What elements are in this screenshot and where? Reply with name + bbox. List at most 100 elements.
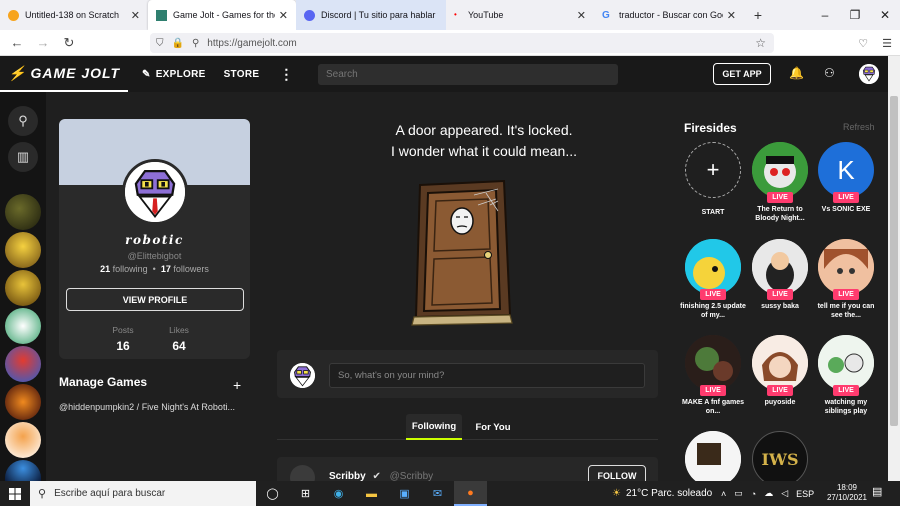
edge-browser-icon[interactable]: ◉ — [322, 481, 355, 506]
start-fireside[interactable]: + START — [680, 142, 746, 217]
close-tab-icon[interactable]: ✕ — [279, 9, 288, 22]
user-avatar[interactable] — [859, 64, 879, 84]
profile-avatar[interactable] — [122, 159, 188, 225]
mail-icon[interactable]: ✉ — [421, 481, 454, 506]
refresh-link[interactable]: Refresh — [843, 122, 875, 132]
fireside-avatar[interactable] — [752, 335, 808, 391]
fireside-item[interactable]: LIVE MAKE A fnf games on... — [680, 335, 746, 416]
lock-icon[interactable]: 🔒 — [172, 38, 184, 49]
managed-game-link[interactable]: @hiddenpumpkin2 / Five Night's At Roboti… — [59, 402, 249, 412]
library-rail-icon[interactable]: ▥ — [8, 142, 38, 172]
maximize-button[interactable]: ❐ — [840, 0, 870, 30]
tab-for-you[interactable]: For You — [469, 414, 517, 440]
reload-icon[interactable]: ↻ — [56, 35, 82, 51]
url-field[interactable]: ⛉ 🔒 ⚲ https://gamejolt.com ☆ — [150, 33, 774, 53]
permissions-icon[interactable]: ⚲ — [192, 38, 199, 49]
feed-user-avatar[interactable] — [290, 465, 315, 481]
cloud-icon[interactable]: ☁ — [764, 488, 773, 499]
scrollbar-thumb[interactable] — [890, 96, 898, 426]
close-tab-icon[interactable]: ✕ — [727, 9, 736, 22]
taskbar-clock[interactable]: 18:09 27/10/2021 — [824, 483, 870, 503]
view-profile-button[interactable]: VIEW PROFILE — [66, 288, 244, 311]
rail-game-5[interactable] — [5, 346, 41, 382]
pocket-icon[interactable]: ♡ — [858, 37, 868, 50]
taskbar-app-icon[interactable]: ⊞ — [289, 481, 322, 506]
bookmark-star-icon[interactable]: ☆ — [755, 36, 766, 50]
close-tab-icon[interactable]: ✕ — [131, 9, 140, 22]
taskbar-search-input[interactable]: ⚲ Escribe aquí para buscar — [30, 481, 256, 506]
fireside-avatar[interactable]: IWS — [752, 431, 808, 481]
rail-game-8[interactable] — [5, 460, 41, 481]
fireside-avatar[interactable]: K — [818, 142, 874, 198]
post-input[interactable]: So, what's on your mind? — [329, 363, 645, 388]
fireside-avatar[interactable] — [818, 335, 874, 391]
weather-widget[interactable]: ☀ 21°C Parc. soleado — [612, 481, 712, 506]
browser-tab-google[interactable]: G traductor - Buscar con Google ✕ — [594, 0, 744, 30]
fireside-item[interactable]: LIVE puyoside — [747, 335, 813, 407]
feed-user-name[interactable]: Scribby ✔ @Scribby — [329, 471, 433, 481]
gamejolt-logo[interactable]: ⚡ GAME JOLT — [0, 56, 128, 92]
network-icon[interactable]: ▭ — [734, 488, 743, 499]
file-explorer-icon[interactable]: ▬ — [355, 481, 388, 506]
language-indicator[interactable]: ESP — [796, 489, 814, 499]
search-input[interactable] — [318, 64, 618, 85]
composer-avatar[interactable] — [290, 363, 315, 388]
new-tab-button[interactable]: + — [744, 0, 772, 30]
rail-game-6[interactable] — [5, 384, 41, 420]
forward-arrow-icon[interactable]: → — [30, 35, 56, 50]
fireside-item[interactable]: LIVE The Return to Bloody Night... — [747, 142, 813, 223]
fireside-avatar[interactable] — [752, 239, 808, 295]
minimize-button[interactable]: – — [810, 0, 840, 30]
fireside-avatar[interactable] — [685, 239, 741, 295]
following-count[interactable]: 21 — [100, 264, 110, 274]
tray-chevron-icon[interactable]: ˄ — [721, 489, 726, 499]
shield-icon[interactable]: ⛉ — [156, 38, 164, 49]
fireside-item[interactable]: IWS — [747, 431, 813, 481]
followers-count[interactable]: 17 — [161, 264, 171, 274]
fireside-item[interactable]: LIVE tell me if you can see the... — [813, 239, 879, 320]
volume-icon[interactable]: ◁ — [781, 488, 788, 499]
page-scrollbar[interactable] — [888, 56, 900, 481]
windows-start-icon[interactable] — [0, 481, 30, 506]
fireside-avatar[interactable] — [685, 335, 741, 391]
tab-following[interactable]: Following — [406, 414, 462, 440]
locked-door-illustration[interactable] — [406, 177, 516, 327]
rail-game-2[interactable] — [5, 232, 41, 268]
store-icon[interactable]: ▣ — [388, 481, 421, 506]
fireside-item[interactable]: LIVE sussy baka — [747, 239, 813, 311]
feed-username[interactable]: Scribby — [329, 471, 366, 481]
add-game-button[interactable]: + — [233, 377, 241, 393]
following-label[interactable]: following — [113, 264, 148, 274]
get-app-button[interactable]: GET APP — [713, 63, 771, 85]
wifi-icon[interactable]: ◔ — [751, 489, 756, 499]
fireside-item[interactable] — [680, 431, 746, 481]
plus-icon[interactable]: + — [685, 142, 741, 198]
notification-center-icon[interactable]: ▤ — [872, 485, 882, 498]
notifications-bell-icon[interactable]: 🔔 — [789, 66, 804, 80]
rail-game-4[interactable] — [5, 308, 41, 344]
close-tab-icon[interactable]: ✕ — [577, 9, 586, 22]
browser-tab-scratch[interactable]: Untitled-138 on Scratch ✕ — [0, 0, 148, 30]
follow-button[interactable]: FOLLOW — [588, 465, 646, 481]
close-window-button[interactable]: ✕ — [870, 0, 900, 30]
fireside-item[interactable]: LIVE finishing 2.5 update of my... — [680, 239, 746, 320]
rail-game-7[interactable] — [5, 422, 41, 458]
menu-icon[interactable]: ☰ — [882, 37, 892, 50]
store-link[interactable]: STORE — [224, 69, 260, 80]
fireside-avatar[interactable] — [818, 239, 874, 295]
fireside-avatar[interactable] — [752, 142, 808, 198]
more-menu-icon[interactable]: ⋮ — [279, 66, 293, 83]
rail-game-1[interactable] — [5, 194, 41, 230]
browser-tab-youtube[interactable]: • YouTube ✕ — [446, 0, 594, 30]
friends-icon[interactable]: ⚇ — [824, 66, 835, 80]
fireside-item[interactable]: K LIVE Vs SONIC EXE — [813, 142, 879, 214]
browser-tab-gamejolt[interactable]: Game Jolt - Games for the love ✕ — [148, 0, 296, 30]
profile-username[interactable]: robotic — [59, 233, 250, 247]
home-rail-icon[interactable]: ⚲ — [8, 106, 38, 136]
browser-tab-discord[interactable]: Discord | Tu sitio para hablar y p — [296, 0, 446, 30]
explore-link[interactable]: ✎ EXPLORE — [142, 69, 206, 80]
followers-label[interactable]: followers — [173, 264, 209, 274]
task-view-icon[interactable]: ◯ — [256, 481, 289, 506]
fireside-avatar[interactable] — [685, 431, 741, 481]
back-arrow-icon[interactable]: ← — [4, 35, 30, 50]
